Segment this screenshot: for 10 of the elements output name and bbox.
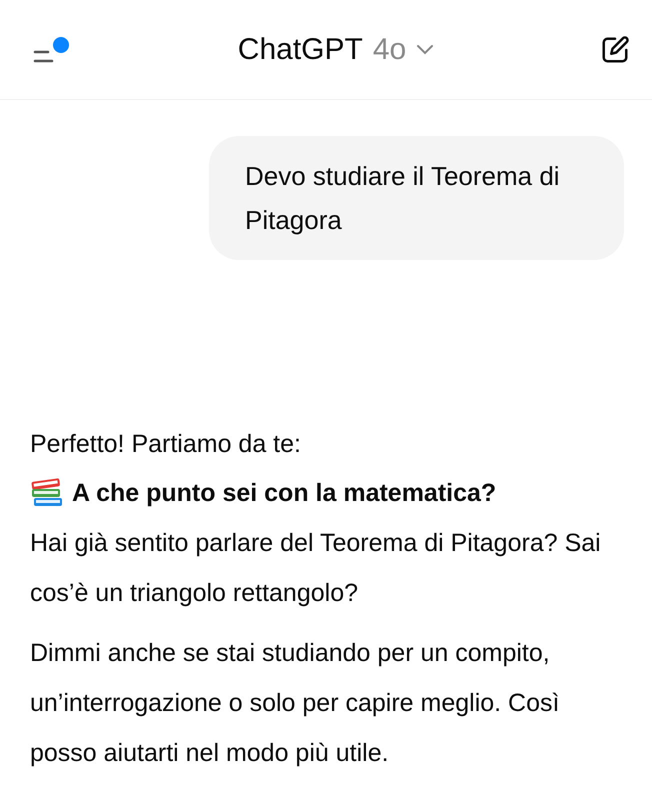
model-selector[interactable]: ChatGPT 4o bbox=[238, 32, 434, 66]
reply-paragraph: Dimmi anche se stai studiando per un compito, un’interrogazione o solo per capire meglio. Così posso aiutarti nel modo più utile. bbox=[30, 638, 560, 769]
reply-heading: A che punto sei con la matematica? bbox=[72, 478, 496, 509]
reply-text: Perfetto! Partiamo da te: bbox=[30, 429, 302, 460]
new-chat-button[interactable] bbox=[600, 34, 630, 64]
user-message: Devo studiare il Teorema di Pitagora bbox=[209, 136, 624, 260]
chevron-down-icon bbox=[416, 44, 434, 56]
reply-paragraph: Hai già sentito parlare del Teorema di Pitagora? Sai cos’è un triangolo rettangolo? bbox=[30, 528, 602, 609]
books-icon bbox=[30, 477, 64, 509]
edit-icon bbox=[600, 34, 630, 64]
